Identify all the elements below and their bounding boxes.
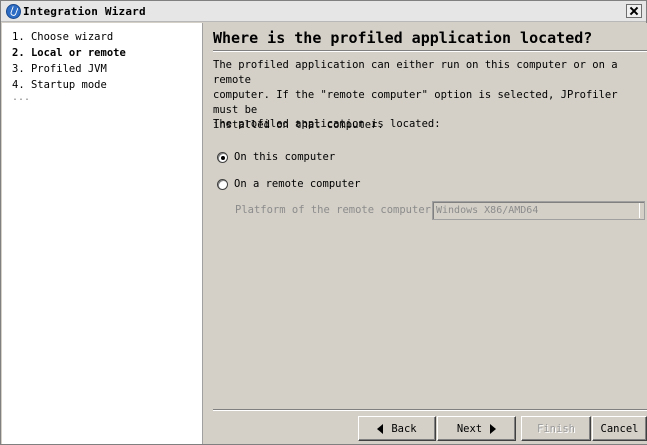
radio-remote-computer[interactable] [217, 178, 228, 190]
heading-divider [213, 50, 647, 52]
footer-divider [213, 409, 647, 411]
close-icon[interactable] [626, 4, 642, 18]
option-this-computer-label: On this computer [234, 151, 336, 163]
page-title: Where is the profiled application locate… [213, 29, 593, 47]
platform-select-value: Windows X86/AMD64 [436, 205, 539, 216]
finish-button-label: Finish [537, 422, 575, 435]
step-profiled-jvm: 3. Profiled JVM [12, 63, 107, 75]
window-title: Integration Wizard [23, 5, 146, 18]
option-remote-computer-label: On a remote computer [234, 178, 361, 190]
platform-select[interactable]: Windows X86/AMD64 [432, 201, 645, 220]
next-button[interactable]: Next [437, 416, 516, 441]
step-choose-wizard: 1. Choose wizard [12, 31, 114, 43]
finish-button[interactable]: Finish [521, 416, 591, 441]
cancel-button-label: Cancel [600, 422, 639, 435]
radio-this-computer[interactable] [217, 151, 228, 163]
cancel-button[interactable]: Cancel [592, 416, 647, 441]
dropdown-arrow-icon[interactable] [639, 203, 643, 218]
location-label: The profiled application is located: [213, 118, 441, 130]
jprofiler-app-icon [6, 4, 21, 19]
step-local-or-remote: 2. Local or remote [12, 47, 126, 59]
arrow-left-icon [377, 423, 384, 434]
integration-wizard-window: Integration Wizard 1. Choose wizard 2. L… [0, 0, 647, 445]
option-remote-computer[interactable]: On a remote computer [217, 176, 360, 192]
wizard-page: Where is the profiled application locate… [204, 23, 647, 444]
step-startup-mode: 4. Startup mode [12, 79, 107, 91]
more-steps-ellipsis: ... [12, 92, 31, 103]
back-button-label: Back [391, 422, 417, 435]
back-button[interactable]: Back [358, 416, 436, 441]
next-button-label: Next [456, 422, 483, 435]
arrow-right-icon [490, 423, 497, 434]
platform-label: Platform of the remote computer: [235, 204, 438, 216]
title-bar[interactable]: Integration Wizard [1, 1, 646, 22]
wizard-steps-panel: 1. Choose wizard 2. Local or remote 3. P… [2, 23, 203, 444]
option-this-computer[interactable]: On this computer [217, 149, 335, 165]
